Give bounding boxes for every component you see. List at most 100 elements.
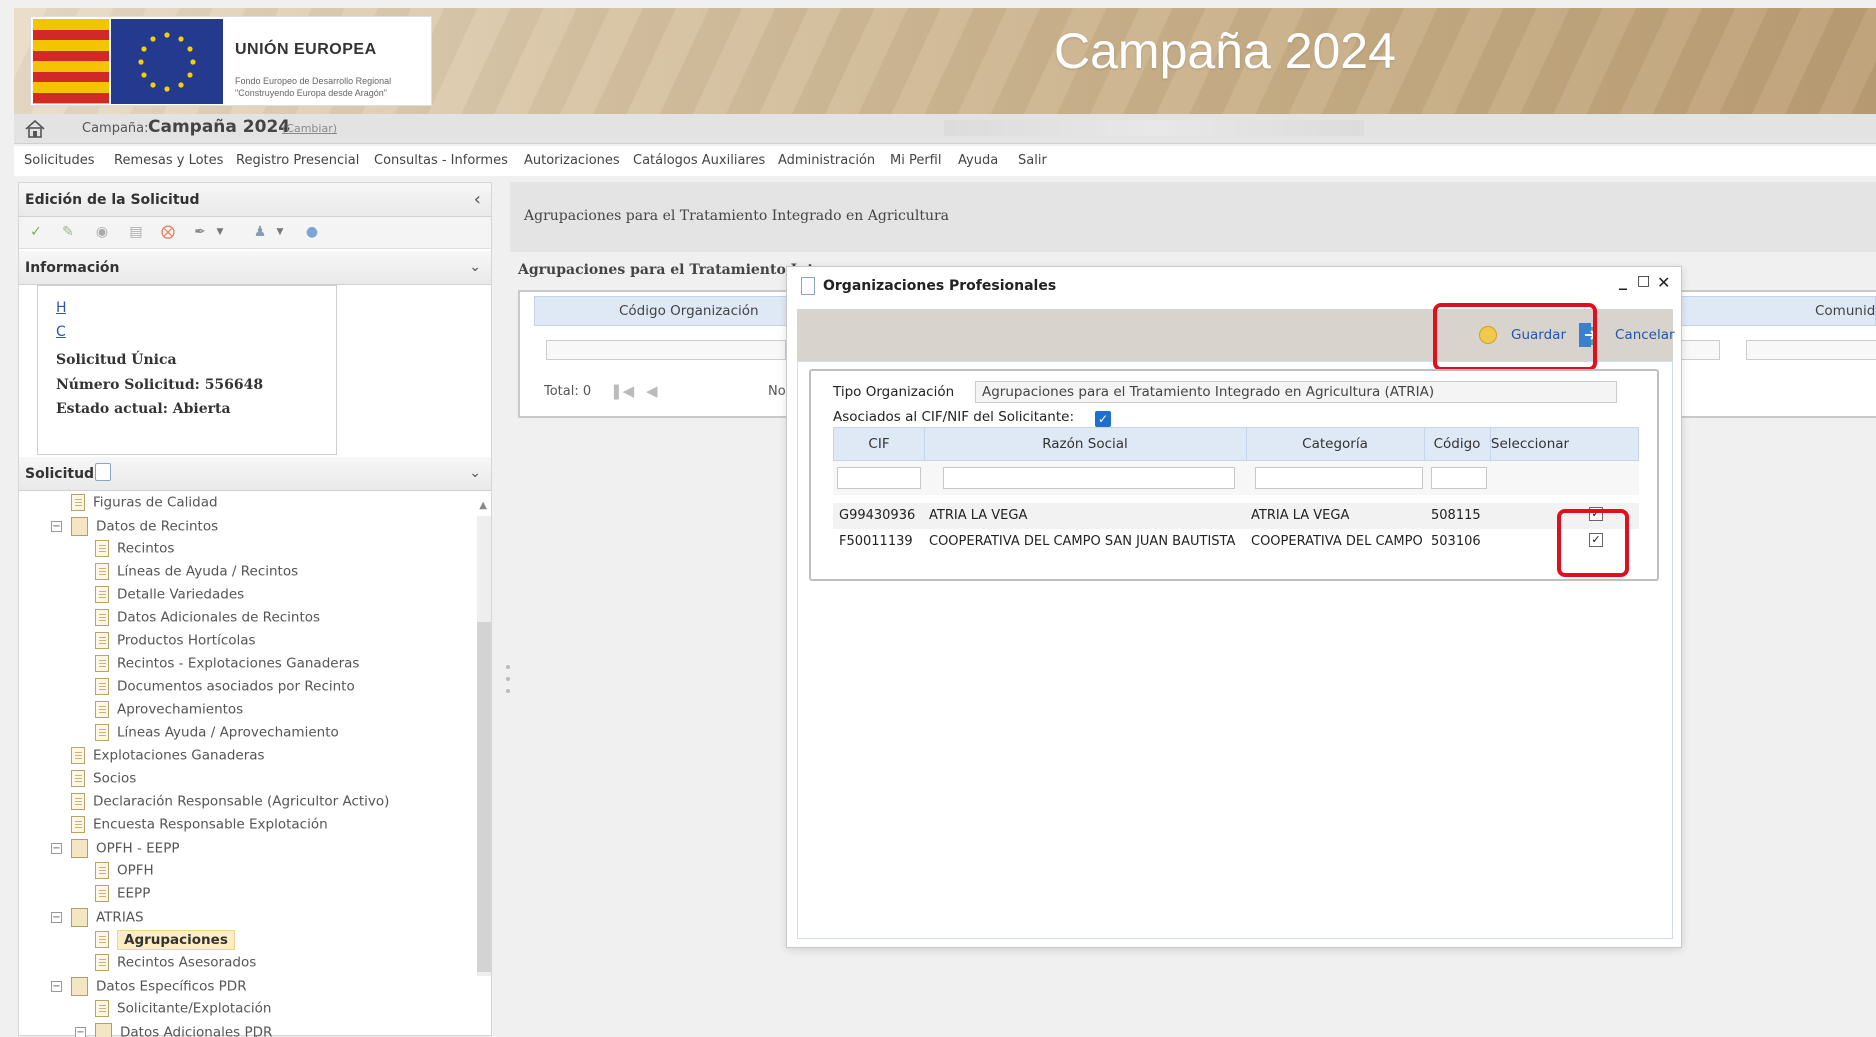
table-header: CIF Razón Social Categoría Código Selecc… [833,427,1639,461]
tree-item-lineas-ayuda-aprovechamiento[interactable]: Líneas Ayuda / Aprovechamiento [95,724,339,746]
asociados-checkbox[interactable]: ✓ [1095,411,1111,427]
folder-icon [71,517,88,536]
tree-item-declaracion-responsable[interactable]: Declaración Responsable (Agricultor Acti… [71,793,389,815]
organizaciones-modal: Organizaciones Profesionales _ □ ✕ Guard… [786,266,1682,948]
tree-item-opfh-eepp[interactable]: −OPFH - EEPP [71,839,179,861]
filter-input[interactable] [1680,340,1720,360]
menu-registro-presencial[interactable]: Registro Presencial [236,153,359,168]
validate-icon[interactable]: ✓ [27,223,45,241]
cell-categoria: COOPERATIVA DEL CAMPO [1251,534,1423,549]
collapse-panel-icon[interactable]: ‹ [474,189,481,210]
collapse-icon[interactable]: − [51,981,62,992]
cancel-icon[interactable]: ⨂ [159,223,177,241]
document-icon [95,655,109,672]
menu-ayuda[interactable]: Ayuda [958,153,998,168]
tree-item-figuras-calidad[interactable]: Figuras de Calidad [71,494,218,516]
prev-page-icon[interactable]: ◀ [646,382,658,400]
maximize-icon[interactable]: □ [1637,273,1650,289]
modal-titlebar[interactable]: Organizaciones Profesionales _ □ ✕ [787,267,1681,307]
edit-icon[interactable]: ✎ [59,223,77,241]
column-header-razon-social[interactable]: Razón Social [924,436,1246,452]
tree-item-datos-adicionales-pdr[interactable]: −Datos Adicionales PDR [95,1023,272,1037]
tree-item-lineas-ayuda-recintos[interactable]: Líneas de Ayuda / Recintos [95,563,298,585]
eu-title: UNIÓN EUROPEA [235,41,377,59]
user-icon[interactable]: ♟ [251,223,269,241]
scroll-up-icon[interactable]: ▲ [479,500,487,511]
user-dropdown-icon[interactable]: ▼ [271,223,289,241]
binoculars-icon[interactable]: ◉ [93,223,111,241]
tree-item-opfh[interactable]: OPFH [95,862,154,884]
column-header-categoria[interactable]: Categoría [1246,436,1424,452]
header-banner: UNIÓN EUROPEA Fondo Europeo de Desarroll… [14,8,1876,114]
tree-item-datos-especificos-pdr[interactable]: −Datos Específicos PDR [71,977,247,999]
menu-consultas-informes[interactable]: Consultas - Informes [374,153,508,168]
tree-item-solicitante-explotacion[interactable]: Solicitante/Explotación [95,1000,271,1022]
menu-solicitudes[interactable]: Solicitudes [24,153,95,168]
filter-categoria-input[interactable] [1255,467,1423,489]
tree-item-label: Solicitante/Explotación [117,1001,271,1017]
tree-item-socios[interactable]: Socios [71,770,136,792]
column-header-comunidad[interactable]: Comunida [1815,303,1876,319]
document-icon [95,885,109,902]
menu-autorizaciones[interactable]: Autorizaciones [524,153,620,168]
print-icon[interactable]: ▤ [127,223,145,241]
minimize-icon[interactable]: _ [1619,271,1627,290]
panel-splitter[interactable] [506,665,510,701]
tree-item-atrias[interactable]: −ATRIAS [71,908,144,930]
menu-salir[interactable]: Salir [1018,153,1047,168]
tree-item-documentos-recinto[interactable]: Documentos asociados por Recinto [95,678,355,700]
sign-icon[interactable]: ✒ [191,223,209,241]
info-icon[interactable]: ● [303,223,321,241]
info-link-2[interactable]: C [56,324,66,340]
filter-codigo-input[interactable] [1431,467,1487,489]
menu-catalogos-auxiliares[interactable]: Catálogos Auxiliares [633,153,765,168]
filter-razon-social-input[interactable] [943,467,1235,489]
tree-item-label: OPFH [117,863,154,879]
filter-cif-input[interactable] [837,467,921,489]
tree-item-label: Socios [93,771,136,787]
menu-mi-perfil[interactable]: Mi Perfil [890,153,941,168]
document-icon [71,747,85,764]
column-header-codigo-organizacion[interactable]: Código Organización [619,303,759,319]
table-row[interactable]: G99430936 ATRIA LA VEGA ATRIA LA VEGA 50… [833,503,1639,529]
column-header-seleccionar[interactable]: Seleccionar [1490,436,1570,452]
tree-item-label: Figuras de Calidad [93,495,218,511]
cancel-button[interactable]: Cancelar [1615,327,1675,343]
filter-input[interactable] [546,340,786,360]
sign-dropdown-icon[interactable]: ▼ [211,223,229,241]
tree-item-recintos[interactable]: Recintos [95,540,174,562]
menu-remesas-lotes[interactable]: Remesas y Lotes [114,153,223,168]
column-header-cif[interactable]: CIF [834,436,924,452]
tree-item-recintos-asesorados[interactable]: Recintos Asesorados [95,954,256,976]
info-panel-header[interactable]: Información ⌄ [19,251,491,285]
home-icon[interactable] [24,119,46,139]
folder-icon [71,839,88,858]
tree-item-datos-recintos[interactable]: −Datos de Recintos [71,517,218,539]
tree-item-encuesta-responsable[interactable]: Encuesta Responsable Explotación [71,816,328,838]
tree-item-explotaciones-ganaderas[interactable]: Explotaciones Ganaderas [71,747,265,769]
menu-administracion[interactable]: Administración [778,153,875,168]
filter-input[interactable] [1746,340,1876,360]
tree-item-productos-horticolas[interactable]: Productos Hortícolas [95,632,256,654]
collapse-icon[interactable]: − [51,912,62,923]
tree-item-aprovechamientos[interactable]: Aprovechamientos [95,701,243,723]
close-icon[interactable]: ✕ [1657,273,1670,292]
tree-item-datos-adicionales-recintos[interactable]: Datos Adicionales de Recintos [95,609,320,631]
collapse-icon[interactable]: − [51,843,62,854]
collapse-icon[interactable]: − [51,521,62,532]
tree-item-recintos-explotaciones[interactable]: Recintos - Explotaciones Ganaderas [95,655,359,677]
campaign-change-link[interactable]: (Cambiar) [282,122,337,135]
solicitud-panel-header[interactable]: Solicitud ⌄ [19,457,491,491]
section-title: Agrupaciones para el Tratamiento Int [518,262,814,278]
tree-item-eepp[interactable]: EEPP [95,885,150,907]
first-page-icon[interactable]: ❚◀ [610,382,634,400]
table-row[interactable]: F50011139 COOPERATIVA DEL CAMPO SAN JUAN… [833,529,1639,555]
chevron-down-icon[interactable]: ⌄ [469,465,481,481]
scrollbar-thumb[interactable] [477,622,491,972]
tree-item-label: Datos de Recintos [96,519,218,535]
tree-item-agrupaciones[interactable]: Agrupaciones [95,931,235,953]
chevron-down-icon[interactable]: ⌄ [469,259,481,275]
column-header-codigo[interactable]: Código [1424,436,1490,452]
info-link-1[interactable]: H [56,300,67,316]
tree-item-detalle-variedades[interactable]: Detalle Variedades [95,586,244,608]
